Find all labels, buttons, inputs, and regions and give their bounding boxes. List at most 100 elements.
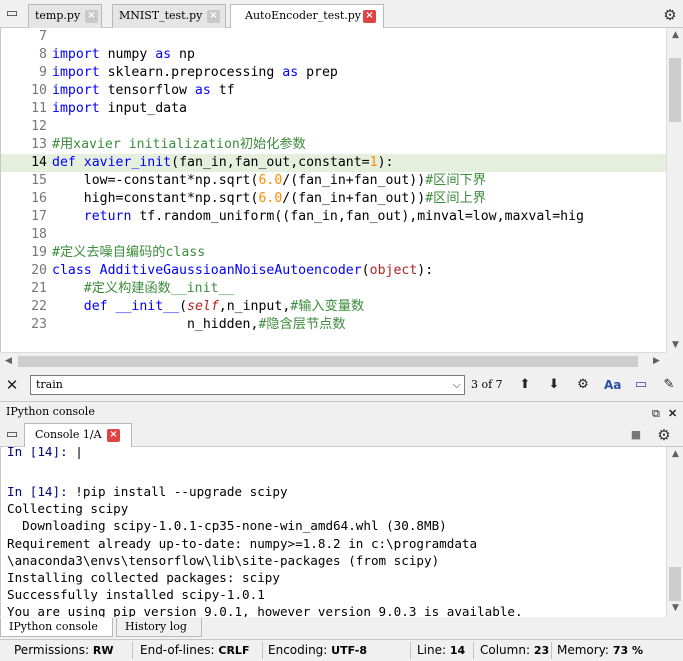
code-line[interactable]: 19 #定义去噪自编码的class — [1, 244, 666, 262]
scroll-down-icon[interactable]: ▼ — [667, 603, 683, 613]
code-text: n_hidden,#隐含层节点数 — [52, 316, 346, 334]
scrollbar-thumb[interactable] — [669, 567, 681, 601]
tab-mnist-test-py[interactable]: MNIST_test.py × — [112, 4, 226, 28]
browse-tabs-icon[interactable]: ▭ — [4, 427, 20, 443]
scroll-down-icon[interactable]: ▼ — [667, 340, 683, 350]
code-line[interactable]: 18 — [1, 226, 666, 244]
console-text: !pip install --upgrade scipy — [75, 484, 288, 500]
close-icon[interactable]: × — [85, 10, 98, 23]
gear-icon[interactable]: ⚙ — [656, 427, 672, 443]
scroll-right-icon[interactable]: ▶ — [648, 356, 665, 366]
code-token: import — [52, 101, 100, 116]
status-value: CRLF — [218, 644, 250, 657]
code-line[interactable]: 16 high=constant*np.sqrt(6.0/(fan_in+fan… — [1, 190, 666, 208]
code-line[interactable]: 23 n_hidden,#隐含层节点数 — [1, 316, 666, 334]
code-token: #定义去噪自编码的class — [52, 245, 206, 260]
case-sensitive-icon[interactable]: Aa — [604, 377, 621, 393]
status-value: 23 — [533, 644, 550, 657]
whole-word-icon[interactable]: ▭ — [633, 377, 649, 393]
browse-tabs-icon[interactable]: ▭ — [4, 6, 20, 22]
console-text: Downloading scipy-1.0.1-cp35-none-win_am… — [7, 518, 447, 534]
pane-title-bar: IPython console ⧉ ✕ — [0, 401, 683, 421]
stop-icon[interactable]: ■ — [628, 427, 644, 443]
tab-history-log[interactable]: History log — [116, 618, 202, 637]
code-token: numpy — [99, 47, 156, 62]
code-line[interactable]: 8 import numpy as np — [1, 46, 666, 64]
editor-vertical-scrollbar[interactable]: ▲ ▼ — [666, 28, 683, 352]
code-line[interactable]: 14 def xavier_init(fan_in,fan_out,constan… — [1, 154, 666, 172]
console-prompt: In [14]: — [7, 484, 76, 500]
scrollbar-thumb[interactable] — [18, 356, 638, 367]
console-line: Installing collected packages: scipy — [7, 569, 280, 586]
code-token: n_hidden, — [52, 317, 259, 332]
close-icon[interactable]: ✕ — [4, 377, 20, 393]
close-icon[interactable]: × — [107, 429, 120, 442]
code-token: /(fan_in+fan_out)) — [282, 191, 426, 206]
console-text: Requirement already up-to-date: numpy>=1… — [7, 535, 478, 551]
console-text: Successfully installed scipy-1.0.1 — [7, 586, 265, 602]
scroll-up-icon[interactable]: ▲ — [667, 449, 683, 459]
scroll-left-icon[interactable]: ◀ — [0, 356, 17, 366]
status-separator — [132, 642, 133, 659]
find-previous-icon[interactable]: ⬆ — [517, 377, 533, 393]
code-line[interactable]: 7 — [1, 28, 666, 46]
code-line[interactable]: 12 — [1, 118, 666, 136]
code-line[interactable]: 15 low=-constant*np.sqrt(6.0/(fan_in+fan… — [1, 172, 666, 190]
code-token: #区间上界 — [425, 191, 486, 206]
eol-status: End-of-lines: CRLF — [140, 640, 249, 661]
tab-console-1a[interactable]: Console 1/A × — [24, 423, 132, 447]
code-token: #隐含层节点数 — [258, 317, 346, 332]
code-line[interactable]: 11 import input_data — [1, 100, 666, 118]
scroll-up-icon[interactable]: ▲ — [667, 30, 683, 40]
code-text: import numpy as np — [52, 46, 195, 64]
tab-label: temp.py — [35, 9, 81, 22]
code-line[interactable]: 17 return tf.random_uniform((fan_in,fan_… — [1, 208, 666, 226]
find-input-value: train — [36, 378, 63, 391]
status-label: Memory: — [557, 643, 609, 657]
find-input[interactable]: train ⌵ — [30, 375, 465, 395]
code-line[interactable]: 20 class AdditiveGaussioanNoiseAutoencode… — [1, 262, 666, 280]
console-output[interactable]: In [14]: | In [14]: !pip install --upgrad… — [0, 447, 666, 617]
scrollbar-thumb[interactable] — [669, 58, 681, 122]
status-separator — [262, 642, 263, 659]
tab-autoencoder-test-py[interactable]: AutoEncoder_test.py × — [230, 4, 384, 29]
code-line[interactable]: 13 #用xavier initialization初始化参数 — [1, 136, 666, 154]
code-token: self — [187, 299, 219, 314]
permissions-status: Permissions: RW — [14, 640, 113, 661]
code-line[interactable]: 10 import tensorflow as tf — [1, 82, 666, 100]
find-bar: ✕ train ⌵ 3 of 7 ⬆ ⬇ ⚙ Aa ▭ ✎ — [0, 371, 683, 399]
code-editor[interactable]: 7 8 import numpy as np 9 import sklearn.prep… — [0, 28, 666, 352]
tab-temp-py[interactable]: temp.py × — [28, 4, 102, 28]
line-number: 23 — [31, 317, 47, 332]
code-line[interactable]: 9 import sklearn.preprocessing as prep — [1, 64, 666, 82]
gear-icon[interactable]: ⚙ — [575, 377, 591, 393]
tab-label: History log — [125, 620, 187, 633]
code-token: prep — [298, 65, 338, 80]
console-line: Requirement already up-to-date: numpy>=1… — [7, 535, 477, 552]
close-icon[interactable]: × — [207, 10, 220, 23]
code-text: #定义构建函数__init__ — [52, 280, 235, 298]
code-line[interactable]: 21 #定义构建函数__init__ — [1, 280, 666, 298]
chevron-down-icon[interactable]: ⌵ — [453, 376, 461, 394]
line-number: 22 — [31, 299, 47, 314]
code-text: import input_data — [52, 100, 187, 118]
code-token: class — [52, 263, 92, 278]
editor-horizontal-scrollbar[interactable]: ◀ ▶ — [0, 352, 666, 369]
code-token: return — [83, 209, 132, 224]
console-line: Collecting scipy — [7, 500, 128, 517]
gear-icon[interactable]: ⚙ — [662, 7, 678, 23]
encoding-status: Encoding: UTF-8 — [268, 640, 367, 661]
console-vertical-scrollbar[interactable]: ▲ ▼ — [666, 447, 683, 617]
close-icon[interactable]: × — [363, 10, 376, 23]
line-number: 11 — [31, 101, 47, 116]
replace-icon[interactable]: ✎ — [661, 377, 677, 393]
code-token: ( — [361, 263, 370, 278]
find-next-icon[interactable]: ⬇ — [546, 377, 562, 393]
tab-ipython-console[interactable]: IPython console — [0, 618, 113, 637]
console-line: Successfully installed scipy-1.0.1 — [7, 586, 265, 603]
status-value: 14 — [449, 644, 466, 657]
code-token: high=constant*np.sqrt( — [52, 191, 259, 206]
code-line[interactable]: 22 def __init__(self,n_input,#输入变量数 — [1, 298, 666, 316]
